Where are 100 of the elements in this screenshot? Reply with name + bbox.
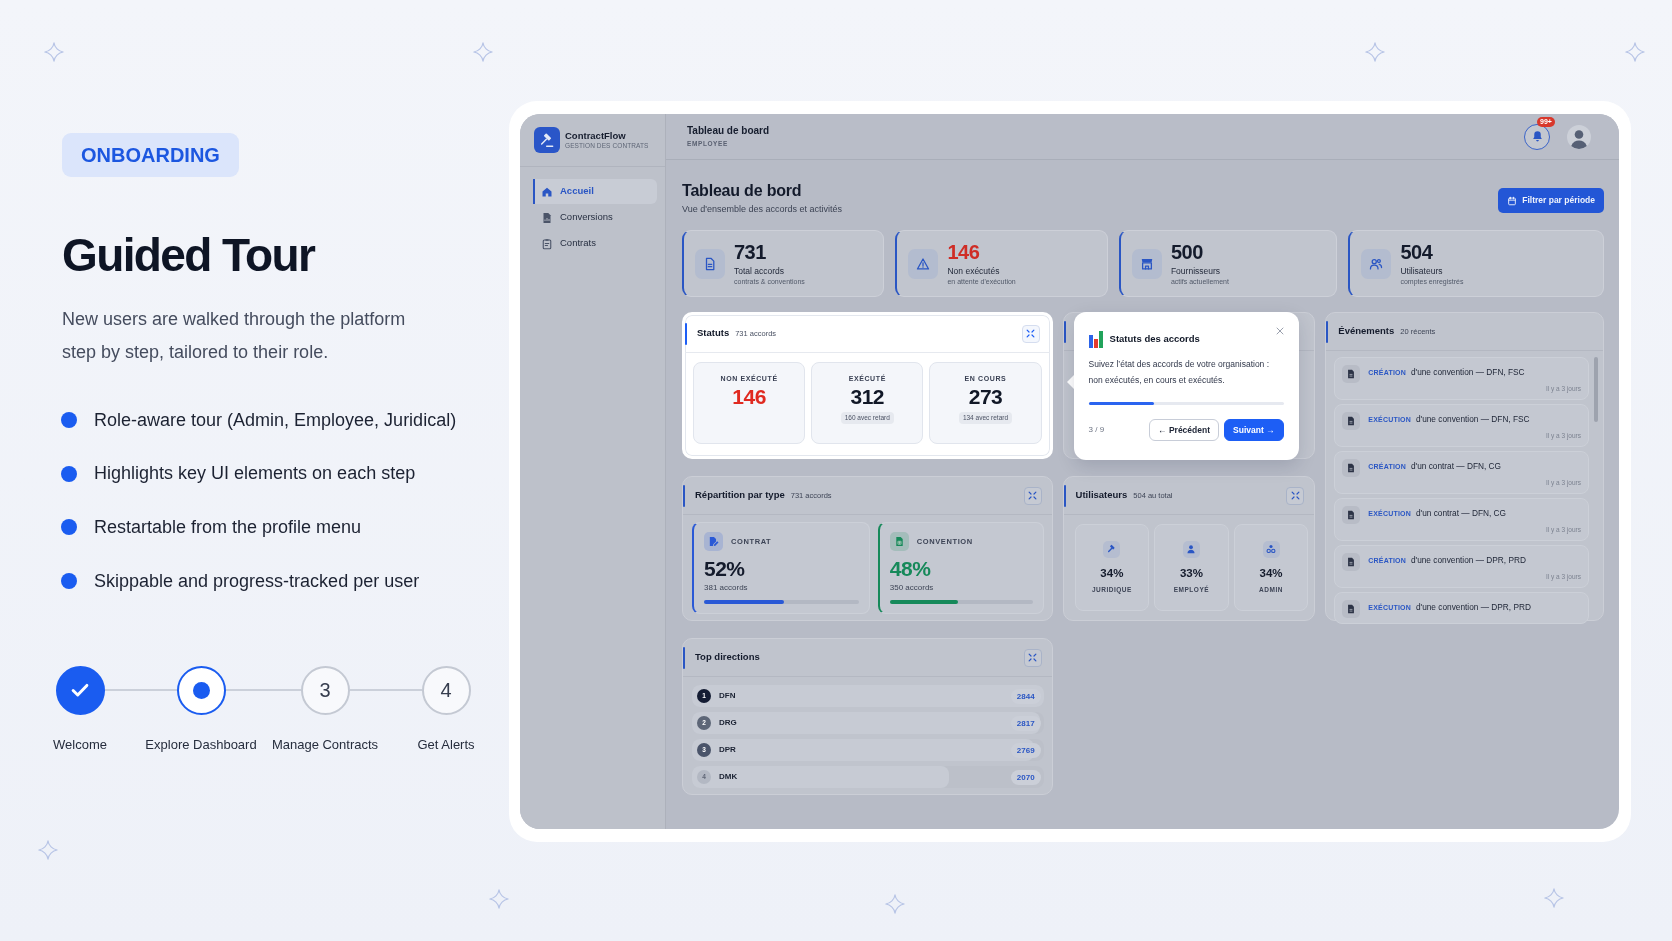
expand-icon[interactable] [1286,486,1305,505]
spreadsheet-icon [889,532,909,551]
sparkle-icon [44,42,64,62]
sidebar-item[interactable]: Contrats [533,231,657,256]
accent-bar [685,322,687,345]
type-count: 350 accords [889,582,935,593]
type-count: 381 accords [704,582,749,593]
close-icon[interactable] [1275,327,1284,335]
user-icon [1182,540,1200,558]
sidebar-item[interactable]: Accueil [533,179,657,204]
warning-icon [908,248,939,279]
bar-chart-icon [1088,331,1103,348]
step-label: Get Alerts [417,736,475,753]
avatar-icon[interactable] [1567,124,1591,149]
expand-icon[interactable] [1021,324,1040,343]
gavel-icon [1103,540,1121,558]
section-tag: ONBOARDING [62,133,239,177]
direction-count: 2070 [1010,769,1041,785]
previous-button[interactable]: ← Précédent [1149,419,1219,441]
step-counter: 3 / 9 [1088,424,1105,436]
bullet-dot-icon [61,465,77,482]
bullet-dot-icon [61,519,77,536]
feature-text: Skippable and progress-tracked per user [94,569,420,593]
document-icon [1342,459,1361,477]
status-value: 273 [968,385,1003,409]
event-text: d'un contrat — DFN, CG [1415,507,1507,520]
role-percent: 34% [1100,565,1124,580]
document-icon [1342,600,1361,618]
clipboard-icon [541,237,553,250]
expand-icon[interactable] [1023,648,1042,667]
users-icon [1361,248,1392,279]
step-label: Welcome [53,736,107,753]
step-number[interactable]: 4 [421,665,471,715]
home-icon [541,185,553,198]
document-icon [1342,412,1361,430]
intro-description: New users are walked through the platform step by step, tailored to their role. [62,308,407,364]
event-text: d'une convention — DFN, FSC [1410,366,1525,379]
type-percent: 48% [889,557,932,581]
document-icon [1342,553,1361,571]
accent-bar [1063,320,1066,343]
accent-bar [683,484,685,507]
filter-button[interactable]: Filtrer par période [1498,188,1604,213]
users-icon [1262,540,1280,558]
sidebar-item[interactable]: Conversions [533,205,657,230]
dashboard-subtitle: Vue d'ensemble des accords et activités [682,203,842,215]
edit-document-icon [704,532,723,551]
kpi-value: 731 [734,241,767,263]
direction-name: DRG [719,717,737,729]
bell-icon[interactable] [1524,123,1550,150]
sparkle-icon [38,840,58,860]
feature-text: Role-aware tour (Admin, Employee, Juridical) [94,408,457,432]
feature-text: Highlights key UI elements on each step [94,462,416,486]
sparkle-icon [1365,42,1385,62]
feature-text: Restartable from the profile menu [94,515,362,539]
event-text: d'une convention — DFN, FSC [1415,413,1530,426]
card-title: Événements [1338,324,1395,339]
bullet-dot-icon [61,573,77,590]
event-text: d'une convention — DPR, PRD [1415,601,1531,614]
role-percent: 33% [1179,565,1203,580]
calendar-icon [1507,195,1518,206]
document-icon [695,248,725,279]
tooltip-title: Statuts des accords [1109,332,1200,347]
step-number[interactable]: 3 [300,665,350,715]
kpi-label: Fournisseurs [1170,265,1222,277]
kpi-label: Non exécutés [947,265,1001,277]
expand-icon[interactable] [1023,486,1042,505]
scrollbar-thumb[interactable] [1594,357,1598,422]
sparkle-icon [489,889,509,909]
dashboard-title: Tableau de bord [682,182,803,200]
document-icon [1342,506,1361,524]
sparkle-icon [885,894,905,914]
gavel-icon [534,127,560,153]
kpi-value: 500 [1170,241,1204,263]
kpi-label: Total accords [734,265,786,277]
sparkle-icon [473,42,493,62]
tooltip-text: Suivez l’état des accords de votre organisation : non exécutés, en cours et exécutés. [1088,358,1270,387]
accent-bar [683,646,685,669]
type-percent: 52% [704,557,746,581]
next-button[interactable]: Suivant → [1224,419,1284,441]
card-title: Statuts [697,326,730,341]
sparkle-icon [1544,888,1564,908]
event-text: d'une convention — DPR, PRD [1410,554,1526,567]
card-title: Top directions [695,650,760,665]
kpi-value: 504 [1400,241,1434,263]
sparkle-icon [1625,42,1645,62]
event-text: d'un contrat — DFN, CG [1410,460,1502,473]
role-percent: 34% [1259,565,1283,580]
store-icon [1131,248,1162,279]
direction-name: DPR [719,744,736,756]
kpi-value: 146 [947,241,981,263]
bullet-dot-icon [61,412,77,428]
brand-name: ContractFlow [565,130,627,141]
card-title: Utilisateurs [1075,488,1128,503]
direction-name: DFN [719,690,736,702]
header-title: Tableau de board [687,125,770,137]
accent-bar [1326,320,1329,343]
direction-name: DMK [719,771,738,783]
document-icon [1342,365,1361,383]
status-value: 312 [850,385,885,409]
status-value: 146 [732,385,766,409]
